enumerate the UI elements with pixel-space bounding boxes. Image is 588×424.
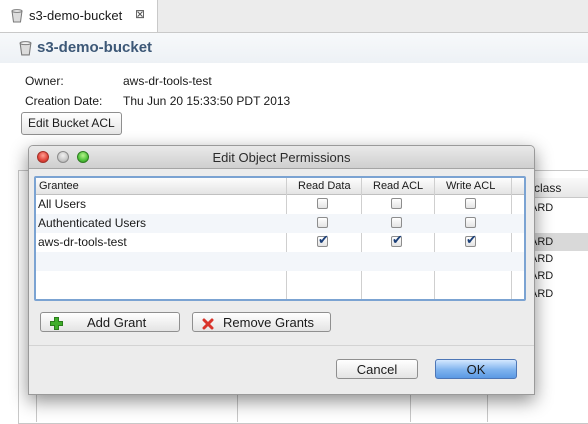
read-data-checkbox[interactable] xyxy=(317,217,328,228)
tab-title: s3-demo-bucket xyxy=(29,8,123,23)
dialog-titlebar[interactable]: Edit Object Permissions xyxy=(29,146,534,169)
objects-table-cell: ARD xyxy=(530,202,554,214)
read-acl-checkbox[interactable] xyxy=(391,198,402,209)
table-row[interactable]: aws-dr-tools-test ✔ ✔ ✔ xyxy=(36,233,524,252)
remove-grants-label: Remove Grants xyxy=(223,315,315,330)
checkmark-icon: ✔ xyxy=(466,232,477,247)
column-header-write-acl[interactable]: Write ACL xyxy=(446,178,495,194)
ok-button[interactable]: OK xyxy=(435,359,517,379)
column-header-read-data[interactable]: Read Data xyxy=(298,178,351,194)
table-row-empty xyxy=(36,252,524,271)
write-acl-checkbox[interactable] xyxy=(465,217,476,228)
close-icon[interactable]: ⊠ xyxy=(135,7,145,21)
objects-table-cell: ARD xyxy=(530,288,554,300)
dialog-divider xyxy=(29,345,534,346)
read-data-checkbox[interactable]: ✔ xyxy=(317,232,329,247)
permissions-grid-header: Grantee Read Data Read ACL Write ACL xyxy=(36,178,524,195)
plus-icon xyxy=(50,316,63,336)
checkmark-icon: ✔ xyxy=(392,232,403,247)
write-acl-checkbox[interactable]: ✔ xyxy=(465,232,477,247)
read-acl-checkbox[interactable] xyxy=(391,217,402,228)
creation-date-label: Creation Date: xyxy=(25,94,103,108)
cancel-button[interactable]: Cancel xyxy=(336,359,418,379)
bucket-icon xyxy=(11,9,23,26)
table-row[interactable]: Authenticated Users xyxy=(36,214,524,233)
read-data-checkbox[interactable] xyxy=(317,198,328,209)
editor-tab-bar: s3-demo-bucket ⊠ xyxy=(0,0,588,33)
objects-table-column-divider xyxy=(237,395,238,422)
x-icon xyxy=(202,316,214,336)
owner-label: Owner: xyxy=(25,74,64,88)
add-grant-label: Add Grant xyxy=(87,315,147,330)
remove-grants-button[interactable]: Remove Grants xyxy=(192,312,331,332)
objects-table-cell: ARD xyxy=(530,270,554,282)
objects-table-cell: ARD xyxy=(530,253,554,265)
objects-table-column-divider xyxy=(487,395,488,422)
editor-header: s3-demo-bucket xyxy=(0,33,588,63)
read-acl-checkbox[interactable]: ✔ xyxy=(391,232,403,247)
owner-value: aws-dr-tools-test xyxy=(123,74,212,88)
grantee-name: All Users xyxy=(38,197,87,211)
grantee-name: aws-dr-tools-test xyxy=(38,235,127,249)
creation-date-value: Thu Jun 20 15:33:50 PDT 2013 xyxy=(123,94,291,108)
table-row-empty xyxy=(36,271,524,290)
page-title: s3-demo-bucket xyxy=(37,39,153,56)
objects-table-column-divider xyxy=(410,395,411,422)
permissions-grid[interactable]: Grantee Read Data Read ACL Write ACL All… xyxy=(34,176,526,301)
write-acl-checkbox[interactable] xyxy=(465,198,476,209)
editor-tab-s3-demo-bucket[interactable]: s3-demo-bucket ⊠ xyxy=(0,0,158,32)
edit-bucket-acl-button[interactable]: Edit Bucket ACL xyxy=(21,112,122,135)
add-grant-button[interactable]: Add Grant xyxy=(40,312,180,332)
edit-object-permissions-dialog: Edit Object Permissions Grantee Read Dat… xyxy=(28,145,535,395)
checkmark-icon: ✔ xyxy=(318,232,329,247)
column-header-grantee[interactable]: Grantee xyxy=(39,178,79,194)
column-header-read-acl[interactable]: Read ACL xyxy=(373,178,423,194)
objects-table-column-divider xyxy=(36,395,37,422)
bucket-icon xyxy=(19,41,32,59)
table-row[interactable]: All Users xyxy=(36,195,524,214)
grantee-name: Authenticated Users xyxy=(38,216,147,230)
dialog-title: Edit Object Permissions xyxy=(212,150,351,165)
